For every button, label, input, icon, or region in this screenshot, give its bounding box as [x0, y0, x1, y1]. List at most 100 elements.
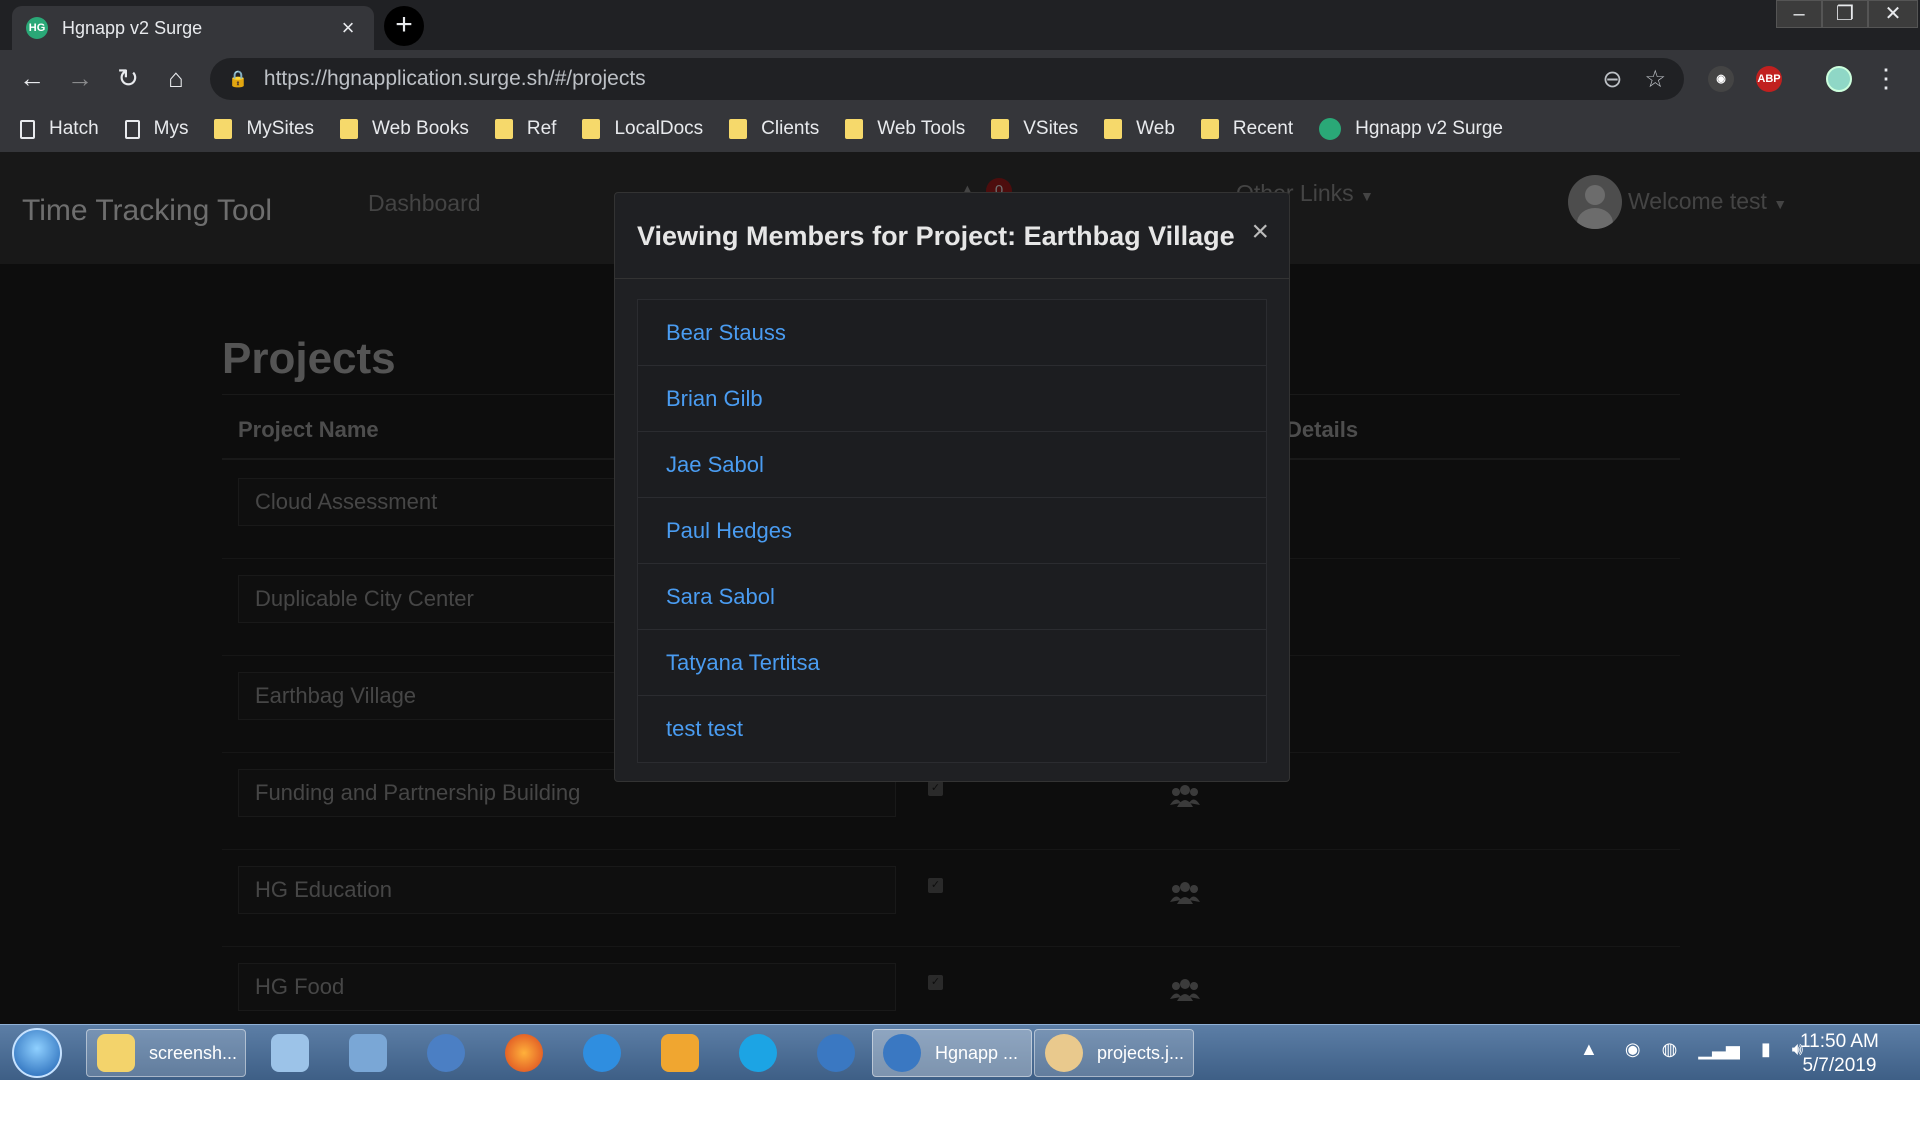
clock-time: 11:50 AM	[1800, 1031, 1879, 1052]
hgn-favicon-icon: HG	[26, 17, 48, 39]
taskbar: screensh... Hgnapp ... projects.j... ▲ ◉…	[0, 1024, 1920, 1080]
taskbar-pin-network[interactable]	[342, 1029, 394, 1077]
member-link[interactable]: test test	[638, 696, 1266, 762]
profile-icon[interactable]	[1826, 66, 1852, 92]
bookmark-label: Web Tools	[877, 118, 966, 139]
bookmark-clients[interactable]: Clients	[729, 118, 819, 140]
taskbar-label: projects.j...	[1097, 1042, 1185, 1063]
ie-icon	[583, 1034, 621, 1072]
member-link[interactable]: Jae Sabol	[638, 432, 1266, 498]
tab-title: Hgnapp v2 Surge	[62, 17, 203, 38]
skype-icon	[739, 1034, 777, 1072]
taskbar-pin-thunderbird[interactable]	[420, 1029, 472, 1077]
window-close-icon[interactable]: ✕	[1868, 0, 1918, 28]
bookmark-recent[interactable]: Recent	[1200, 118, 1294, 140]
firefox-icon	[505, 1034, 543, 1072]
bookmark-label: Ref	[526, 118, 557, 139]
adblock-icon[interactable]: ABP	[1756, 66, 1782, 92]
tab-close-icon[interactable]: ×	[336, 15, 360, 41]
back-icon[interactable]: ←	[16, 62, 48, 94]
folder-icon	[97, 1034, 135, 1072]
security-icon[interactable]: ◍	[1662, 1039, 1678, 1059]
bookmark-mysites[interactable]: MySites	[214, 118, 314, 140]
bookmark-web[interactable]: Web	[1104, 118, 1175, 140]
browser-icon	[817, 1034, 855, 1072]
member-list: Bear Stauss Brian Gilb Jae Sabol Paul He…	[637, 299, 1267, 763]
taskbar-label: Hgnapp ...	[935, 1042, 1019, 1063]
clock-date: 5/7/2019	[1802, 1055, 1877, 1076]
taskbar-label: screensh...	[149, 1042, 238, 1063]
computer-icon	[271, 1034, 309, 1072]
bookmark-label: VSites	[1023, 118, 1079, 139]
folder-icon	[1200, 119, 1219, 139]
bookmark-web-tools[interactable]: Web Tools	[845, 118, 965, 140]
member-link[interactable]: Tatyana Tertitsa	[638, 630, 1266, 696]
page-icon	[124, 119, 140, 139]
member-link[interactable]: Sara Sabol	[638, 564, 1266, 630]
blank-area	[0, 1080, 1920, 1148]
folder-icon	[991, 119, 1010, 139]
folder-icon	[729, 119, 748, 139]
power-icon[interactable]: ▮	[1761, 1039, 1771, 1059]
home-icon[interactable]: ⌂	[160, 62, 192, 94]
url-text[interactable]: https://hgnapplication.surge.sh/#/projec…	[264, 67, 1580, 91]
menu-icon[interactable]: ⋮	[1870, 62, 1902, 94]
bookmark-mys[interactable]: Mys	[124, 118, 189, 140]
taskbar-pin-ie[interactable]	[576, 1029, 628, 1077]
browser-tab[interactable]: HG Hgnapp v2 Surge ×	[12, 6, 374, 50]
modal-header: Viewing Members for Project: Earthbag Vi…	[615, 193, 1289, 279]
bookmark-label: Clients	[761, 118, 820, 139]
taskbar-item-browser[interactable]: Hgnapp ...	[872, 1029, 1032, 1077]
bookmark-label: Hatch	[49, 118, 99, 139]
member-link[interactable]: Paul Hedges	[638, 498, 1266, 564]
folder-icon	[214, 119, 233, 139]
folder-icon	[582, 119, 601, 139]
extension-icon[interactable]: ◉	[1708, 66, 1734, 92]
browser-toolbar: ← → ↻ ⌂ 🔒 https://hgnapplication.surge.s…	[0, 50, 1920, 106]
taskbar-pin-firefox[interactable]	[498, 1029, 550, 1077]
taskbar-pin-computer[interactable]	[264, 1029, 316, 1077]
zoom-icon[interactable]: ⊖	[1602, 65, 1622, 94]
bookmark-web-books[interactable]: Web Books	[340, 118, 469, 140]
tab-strip: HG Hgnapp v2 Surge × + – ❐ ✕	[0, 0, 1920, 50]
taskbar-item-paint[interactable]: projects.j...	[1034, 1029, 1194, 1077]
show-hidden-icon[interactable]: ▲	[1580, 1039, 1598, 1059]
taskbar-pin-skype[interactable]	[732, 1029, 784, 1077]
folder-icon	[845, 119, 864, 139]
member-link[interactable]: Brian Gilb	[638, 366, 1266, 432]
modal-close-icon[interactable]: ×	[1251, 217, 1269, 247]
restore-icon[interactable]: ❐	[1822, 0, 1868, 28]
folder-icon	[494, 119, 513, 139]
new-tab-icon[interactable]: +	[384, 6, 424, 46]
bookmark-label: Mys	[153, 118, 189, 139]
network-icon	[349, 1034, 387, 1072]
folder-icon	[340, 119, 359, 139]
bookmark-hgnapp[interactable]: Hgnapp v2 Surge	[1319, 118, 1503, 140]
address-bar[interactable]: 🔒 https://hgnapplication.surge.sh/#/proj…	[210, 58, 1684, 100]
bookmark-vsites[interactable]: VSites	[991, 118, 1078, 140]
bookmark-ref[interactable]: Ref	[494, 118, 557, 140]
hgn-logo-icon	[1319, 118, 1342, 140]
clock[interactable]: 11:50 AM 5/7/2019	[1800, 1030, 1879, 1078]
star-icon[interactable]: ☆	[1644, 65, 1666, 94]
member-link[interactable]: Bear Stauss	[638, 300, 1266, 366]
tray-app-icon[interactable]: ◉	[1625, 1039, 1641, 1059]
start-button[interactable]	[12, 1028, 62, 1078]
lock-icon: 🔒	[228, 71, 248, 88]
bookmarks-bar: Hatch Mys MySites Web Books Ref LocalDoc…	[0, 106, 1920, 152]
bookmark-hatch[interactable]: Hatch	[20, 118, 99, 140]
bookmark-label: Recent	[1232, 118, 1294, 139]
taskbar-pin-browser[interactable]	[810, 1029, 862, 1077]
mail-icon	[427, 1034, 465, 1072]
taskbar-pin-winamp[interactable]	[654, 1029, 706, 1077]
signal-icon[interactable]: ▁▃▅	[1698, 1039, 1740, 1059]
bookmark-localdocs[interactable]: LocalDocs	[582, 118, 703, 140]
screen: HG Hgnapp v2 Surge × + – ❐ ✕ ← → ↻ ⌂ 🔒 h…	[0, 0, 1920, 1148]
minimize-icon[interactable]: –	[1776, 0, 1822, 28]
forward-icon[interactable]: →	[64, 62, 96, 94]
bookmark-label: Web Books	[372, 118, 469, 139]
reload-icon[interactable]: ↻	[112, 62, 144, 94]
members-modal: Viewing Members for Project: Earthbag Vi…	[614, 192, 1290, 782]
system-tray: ▲ ◉ ◍ ▁▃▅ ▮ 🔊︎	[1580, 1039, 1803, 1060]
taskbar-item-explorer[interactable]: screensh...	[86, 1029, 246, 1077]
